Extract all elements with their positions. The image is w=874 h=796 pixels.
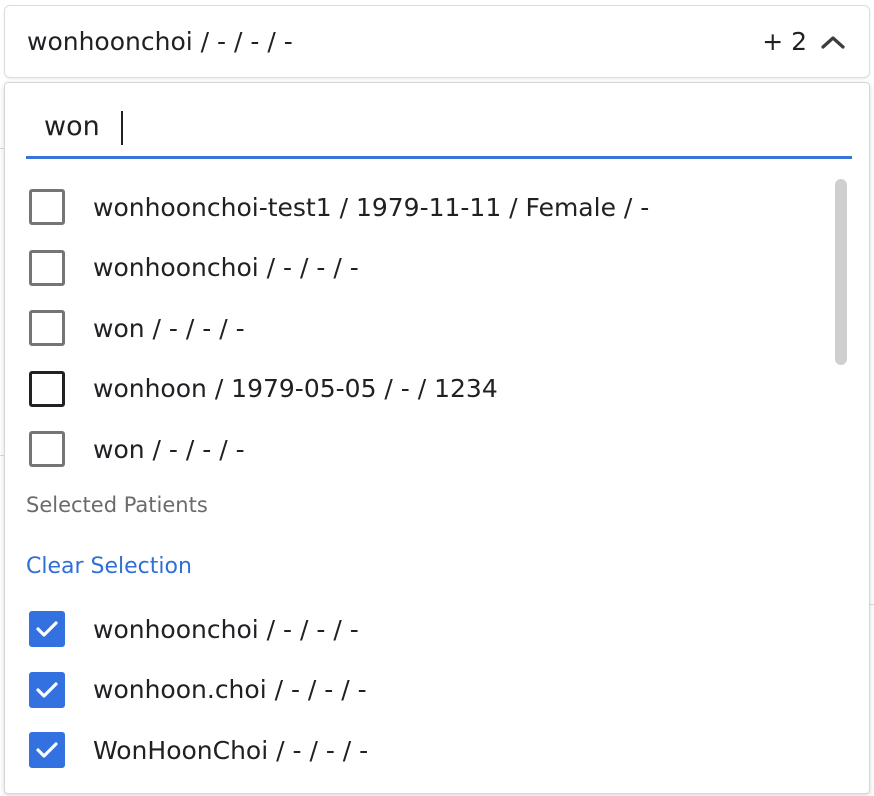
checkbox[interactable] <box>29 310 65 347</box>
check-icon <box>36 742 58 758</box>
clear-selection-link[interactable]: Clear Selection <box>26 554 192 579</box>
checkbox-checked[interactable] <box>29 732 65 769</box>
scrollbar-thumb[interactable] <box>835 179 847 365</box>
selected-label: WonHoonChoi / - / - / - <box>93 735 369 765</box>
selected-patients-heading: Selected Patients <box>26 493 208 517</box>
result-item[interactable]: wonhoonchoi-test1 / 1979-11-11 / Female … <box>5 177 845 238</box>
selected-value: wonhoonchoi / - / - / - <box>27 27 293 56</box>
result-label: won / - / - / - <box>93 434 245 464</box>
result-label: wonhoonchoi / - / - / - <box>93 253 359 283</box>
checkbox-checked[interactable] <box>29 611 65 648</box>
search-field <box>26 83 852 159</box>
checkbox-checked[interactable] <box>29 671 65 708</box>
selected-item[interactable]: wonhoon.choi / - / - / - <box>5 660 845 721</box>
checkbox[interactable] <box>29 249 65 286</box>
more-count-badge: + 2 <box>762 27 807 56</box>
text-caret <box>121 111 123 145</box>
check-icon <box>36 621 58 637</box>
checkbox[interactable] <box>29 431 65 468</box>
checkbox[interactable] <box>29 189 65 226</box>
checkbox[interactable] <box>29 370 65 407</box>
chevron-up-icon[interactable] <box>819 28 847 56</box>
result-label: won / - / - / - <box>93 313 245 343</box>
selected-label: wonhoon.choi / - / - / - <box>93 675 367 705</box>
patient-select[interactable]: wonhoonchoi / - / - / - + 2 <box>4 5 870 78</box>
result-item[interactable]: wonhoonchoi / - / - / - <box>5 238 845 299</box>
search-results-list: wonhoonchoi-test1 / 1979-11-11 / Female … <box>5 177 845 480</box>
selected-item[interactable]: WonHoonChoi / - / - / - <box>5 720 845 781</box>
result-label: wonhoonchoi-test1 / 1979-11-11 / Female … <box>93 192 650 222</box>
result-item[interactable]: won / - / - / - <box>5 419 845 480</box>
check-icon <box>36 682 58 698</box>
background-divider <box>870 604 874 605</box>
selected-patients-list: wonhoonchoi / - / - / - wonhoon.choi / -… <box>5 599 845 781</box>
dropdown-panel: wonhoonchoi-test1 / 1979-11-11 / Female … <box>4 82 870 794</box>
result-item[interactable]: wonhoon / 1979-05-05 / - / 1234 <box>5 359 845 420</box>
selected-label: wonhoonchoi / - / - / - <box>93 614 359 644</box>
result-item[interactable]: won / - / - / - <box>5 298 845 359</box>
result-label: wonhoon / 1979-05-05 / - / 1234 <box>93 374 498 404</box>
selected-item[interactable]: wonhoonchoi / - / - / - <box>5 599 845 660</box>
search-input[interactable] <box>44 105 824 147</box>
